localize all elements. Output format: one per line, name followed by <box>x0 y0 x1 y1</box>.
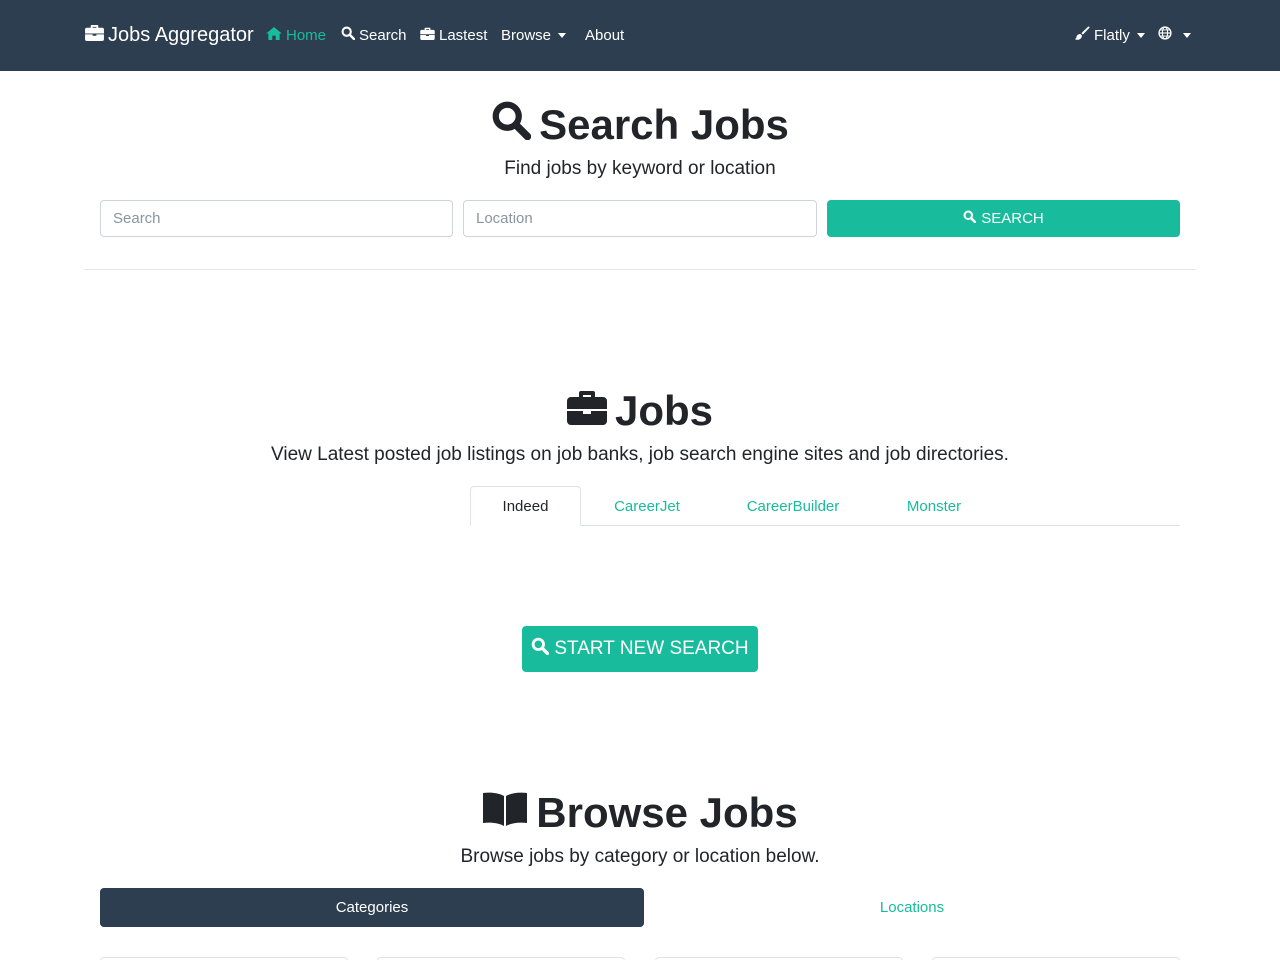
search-icon <box>491 100 539 150</box>
search-jobs-title: Search Jobs <box>539 101 789 148</box>
nav-home-label: Home <box>286 26 327 44</box>
search-button[interactable]: SEARCH <box>827 200 1180 237</box>
tab-careerbuilder[interactable]: CareerBuilder <box>727 486 859 526</box>
caret-down-icon <box>558 33 567 38</box>
search-icon <box>531 637 554 661</box>
theme-dropdown[interactable]: Flatly <box>1075 24 1145 46</box>
tab-indeed[interactable]: Indeed <box>470 486 581 526</box>
nav-search-label: Search <box>359 26 407 44</box>
caret-down-icon <box>1183 33 1191 38</box>
globe-icon <box>1158 26 1176 44</box>
book-open-icon <box>482 789 536 837</box>
pill-categories[interactable]: Categories <box>100 888 644 927</box>
search-jobs-subtitle: Find jobs by keyword or location <box>504 158 776 179</box>
start-new-search-button[interactable]: START NEW SEARCH <box>522 626 758 672</box>
search-jobs-heading: Search Jobs <box>0 100 1280 150</box>
language-dropdown[interactable] <box>1158 24 1191 46</box>
nav-home[interactable]: Home <box>266 24 326 46</box>
caret-down-icon <box>1136 33 1145 38</box>
nav-search[interactable]: Search <box>341 24 407 46</box>
jobs-heading: Jobs <box>0 386 1280 436</box>
home-icon <box>266 26 286 44</box>
tab-careerjet[interactable]: CareerJet <box>592 486 702 526</box>
nav-browse-dropdown[interactable]: Browse <box>501 24 567 46</box>
nav-about-label: About <box>585 26 625 44</box>
jobs-title: Jobs <box>614 387 714 434</box>
start-new-search-label: START NEW SEARCH <box>554 638 749 659</box>
pill-locations[interactable]: Locations <box>644 888 1180 927</box>
navbar: Jobs Aggregator Home Search Lastest Brow… <box>0 0 1280 71</box>
briefcase-icon <box>420 27 439 44</box>
browse-jobs-title: Browse Jobs <box>536 789 798 836</box>
search-button-label: SEARCH <box>981 210 1044 227</box>
briefcase-icon <box>566 387 615 435</box>
nav-latest-label: Lastest <box>439 26 488 44</box>
nav-browse-label: Browse <box>501 26 552 44</box>
search-input[interactable] <box>100 200 453 237</box>
search-icon <box>341 26 359 44</box>
briefcase-icon <box>85 24 108 47</box>
brand-link[interactable]: Jobs Aggregator <box>85 22 254 48</box>
browse-jobs-subtitle: Browse jobs by category or location belo… <box>460 846 820 867</box>
search-icon <box>963 210 981 227</box>
nav-latest[interactable]: Lastest <box>420 24 487 46</box>
nav-about[interactable]: About <box>585 24 624 46</box>
location-input[interactable] <box>463 200 817 237</box>
paint-brush-icon <box>1075 26 1094 45</box>
jobs-subtitle: View Latest posted job listings on job b… <box>271 444 1009 465</box>
browse-jobs-heading: Browse Jobs <box>0 788 1280 838</box>
theme-label: Flatly <box>1094 26 1130 44</box>
divider <box>85 269 1195 270</box>
tab-monster[interactable]: Monster <box>884 486 984 526</box>
brand-label: Jobs Aggregator <box>108 23 254 46</box>
